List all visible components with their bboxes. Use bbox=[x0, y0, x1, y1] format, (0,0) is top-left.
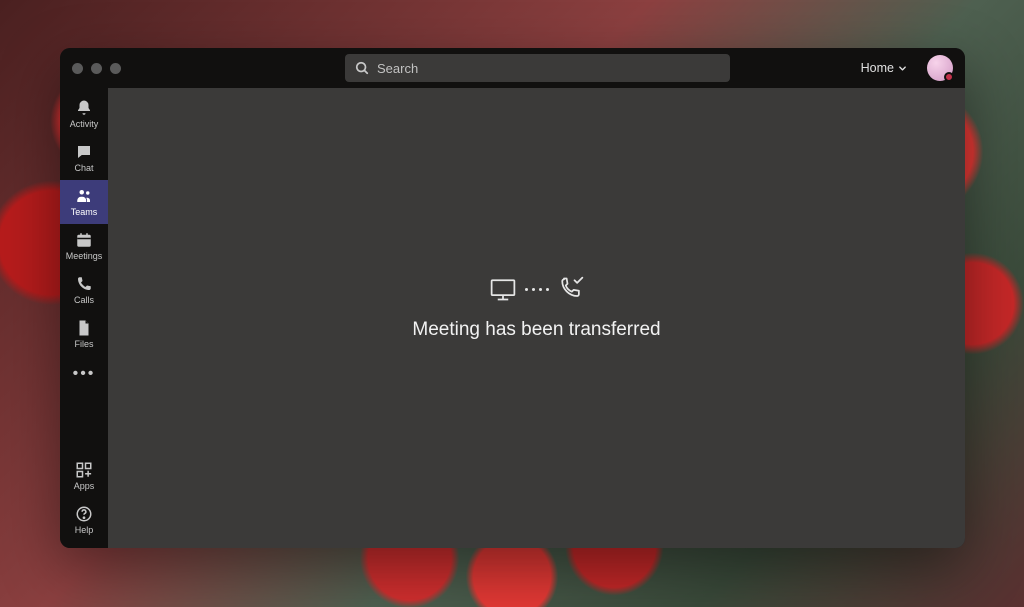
close-window-button[interactable] bbox=[72, 63, 83, 74]
tenant-name: Home bbox=[861, 61, 894, 75]
rail-label: Teams bbox=[71, 208, 98, 217]
rail-item-files[interactable]: Files bbox=[60, 312, 108, 356]
nav-arrows bbox=[309, 60, 323, 76]
search-box[interactable] bbox=[345, 54, 730, 82]
transfer-message: Meeting has been transferred bbox=[412, 319, 660, 341]
content-area: Meeting has been transferred bbox=[108, 88, 965, 548]
rail-item-meetings[interactable]: Meetings bbox=[60, 224, 108, 268]
rail-label: Calls bbox=[74, 296, 94, 305]
rail-item-chat[interactable]: Chat bbox=[60, 136, 108, 180]
rail-item-apps[interactable]: Apps bbox=[60, 454, 108, 498]
rail-label: Meetings bbox=[66, 252, 103, 261]
rail-item-teams[interactable]: Teams bbox=[60, 180, 108, 224]
rail-item-help[interactable]: Help bbox=[60, 498, 108, 542]
maximize-window-button[interactable] bbox=[110, 63, 121, 74]
teams-icon bbox=[75, 187, 93, 205]
bell-icon bbox=[75, 99, 93, 117]
transfer-status: Meeting has been transferred bbox=[412, 275, 660, 341]
apps-icon bbox=[75, 461, 93, 479]
rail-label: Apps bbox=[74, 482, 95, 491]
titlebar: Home bbox=[60, 48, 965, 88]
window-controls bbox=[72, 63, 121, 74]
rail-label: Help bbox=[75, 526, 94, 535]
file-icon bbox=[75, 319, 93, 337]
rail-label: Files bbox=[74, 340, 93, 349]
chat-icon bbox=[75, 143, 93, 161]
tenant-switcher[interactable]: Home bbox=[861, 61, 907, 75]
rail-item-activity[interactable]: Activity bbox=[60, 92, 108, 136]
calendar-icon bbox=[75, 231, 93, 249]
profile-avatar[interactable] bbox=[927, 55, 953, 81]
dots-icon bbox=[525, 288, 549, 291]
rail-label: Activity bbox=[70, 120, 99, 129]
minimize-window-button[interactable] bbox=[91, 63, 102, 74]
chevron-down-icon bbox=[898, 64, 907, 73]
search-input[interactable] bbox=[377, 61, 720, 76]
phone-check-icon bbox=[557, 275, 585, 303]
transfer-graphic bbox=[489, 275, 585, 303]
app-rail: Activity Chat Teams Meetings Calls Files bbox=[60, 88, 108, 548]
rail-overflow-button[interactable]: ••• bbox=[60, 356, 108, 392]
phone-icon bbox=[75, 275, 93, 293]
presence-badge bbox=[944, 72, 954, 82]
rail-item-calls[interactable]: Calls bbox=[60, 268, 108, 312]
search-icon bbox=[355, 61, 369, 75]
rail-label: Chat bbox=[74, 164, 93, 173]
monitor-icon bbox=[489, 275, 517, 303]
teams-window: Home Activity Chat Teams Meetings bbox=[60, 48, 965, 548]
app-body: Activity Chat Teams Meetings Calls Files bbox=[60, 88, 965, 548]
help-icon bbox=[75, 505, 93, 523]
